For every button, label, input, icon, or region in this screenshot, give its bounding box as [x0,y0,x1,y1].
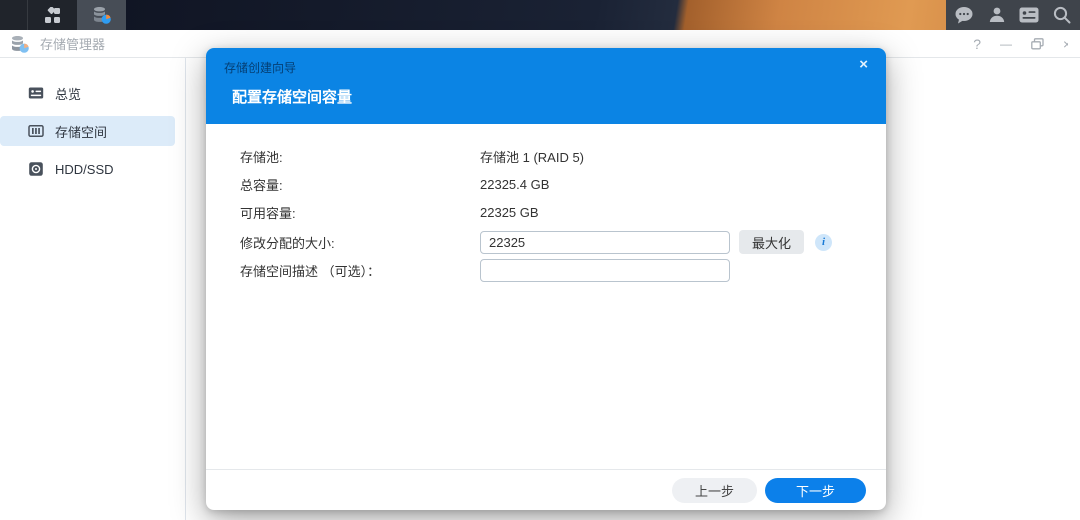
restore-button[interactable] [1031,38,1044,50]
storage-creation-wizard-dialog: 存储创建向导 × 配置存储空间容量 存储池: 存储池 1 (RAID 5) 总容… [206,48,886,510]
description-input[interactable] [480,259,730,282]
taskbar-left [0,0,126,30]
total-capacity-value: 22325.4 GB [480,177,549,192]
user-icon [988,6,1006,24]
dialog-body: 存储池: 存储池 1 (RAID 5) 总容量: 22325.4 GB 可用容量… [206,124,886,284]
total-capacity-label: 总容量: [240,175,480,194]
dialog-step-heading: 配置存储空间容量 [232,86,352,107]
sidebar-item-label: 存储空间 [55,122,107,141]
chat-icon [954,6,974,24]
dialog-close-button[interactable]: × [859,56,868,73]
available-capacity-label: 可用容量: [240,203,480,222]
window-controls: ? — × [973,37,1070,51]
sidebar-item-hdd-ssd[interactable]: HDD/SSD [0,154,175,184]
hdd-ssd-icon [28,161,44,177]
sidebar-item-storage-space[interactable]: 存储空间 [0,116,175,146]
storage-manager-taskbar-button[interactable] [77,0,126,30]
search-icon [1053,6,1071,24]
storage-manager-window-icon [10,34,30,54]
taskbar-right [946,0,1080,30]
storage-space-icon [28,123,44,139]
help-button[interactable]: ? [973,37,981,51]
storage-manager-icon [92,5,112,25]
dialog-header: 存储创建向导 × 配置存储空间容量 [206,48,886,124]
info-icon[interactable]: i [815,234,832,251]
close-window-button[interactable]: × [1063,37,1068,51]
sidebar-item-overview[interactable]: 总览 [0,78,175,108]
dialog-title: 存储创建向导 [224,59,296,76]
widgets-button[interactable] [1015,0,1043,30]
storage-manager-sidebar: 总览 存储空间 HDD/SSD [0,58,186,520]
next-step-button[interactable]: 下一步 [765,478,866,503]
row-allocated-size: 修改分配的大小: 最大化 i [240,228,886,256]
row-description: 存储空间描述 （可选）： [240,256,886,284]
maximize-button[interactable]: 最大化 [739,230,804,254]
sidebar-item-label: HDD/SSD [55,162,114,177]
window-title: 存储管理器 [40,34,105,53]
notifications-button[interactable] [950,0,978,30]
desktop-taskbar [0,0,1080,30]
widgets-icon [1019,7,1039,23]
search-button[interactable] [1048,0,1076,30]
minimize-button[interactable]: — [1000,38,1012,50]
restore-icon [1031,38,1044,50]
show-desktop-strip[interactable] [0,0,28,30]
storage-pool-label: 存储池: [240,147,480,166]
row-storage-pool: 存储池: 存储池 1 (RAID 5) [240,142,886,170]
overview-icon [28,85,44,101]
allocated-size-label: 修改分配的大小: [240,233,480,252]
allocated-size-input[interactable] [480,231,730,254]
description-label: 存储空间描述 （可选）： [240,261,480,280]
previous-step-button[interactable]: 上一步 [672,478,757,503]
dialog-footer: 上一步 下一步 [206,469,886,510]
row-total-capacity: 总容量: 22325.4 GB [240,170,886,198]
storage-pool-value: 存储池 1 (RAID 5) [480,147,584,166]
main-menu-button[interactable] [28,0,77,30]
user-menu-button[interactable] [983,0,1011,30]
sidebar-item-label: 总览 [55,84,81,103]
row-available-capacity: 可用容量: 22325 GB [240,198,886,226]
main-menu-icon [44,7,61,24]
available-capacity-value: 22325 GB [480,205,539,220]
